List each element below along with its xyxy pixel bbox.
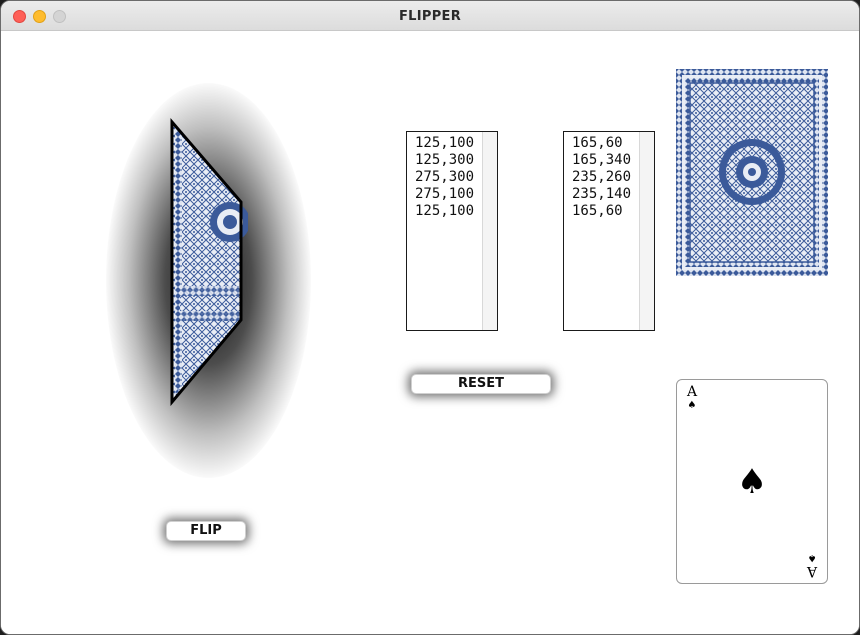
canvas-area: 125,100 125,300 275,300 275,100 125,100 … bbox=[1, 31, 859, 634]
list-item[interactable]: 165,340 bbox=[572, 152, 631, 169]
flipping-card bbox=[170, 117, 248, 406]
flip-button[interactable]: FLIP bbox=[166, 521, 246, 541]
card-corner-bottom-right: A ♠ bbox=[805, 551, 819, 579]
window-title: FLIPPER bbox=[398, 9, 462, 24]
ace-of-spades-card: A ♠ ♠ A ♠ bbox=[676, 379, 828, 584]
spade-icon: ♠ bbox=[736, 462, 768, 502]
list-item[interactable]: 275,300 bbox=[415, 169, 474, 186]
list-items: 125,100 125,300 275,300 275,100 125,100 bbox=[415, 135, 474, 220]
list-item[interactable]: 125,100 bbox=[415, 203, 474, 220]
list-scrollbar[interactable] bbox=[639, 132, 654, 330]
reset-button[interactable]: RESET bbox=[411, 374, 551, 394]
card-corner-top-left: A ♠ bbox=[685, 384, 699, 412]
flipper-window: FLIPPER 125,100 125,300 275,300 275,100 … bbox=[0, 0, 860, 635]
list-items: 165,60 165,340 235,260 235,140 165,60 bbox=[572, 135, 631, 220]
list-item[interactable]: 235,260 bbox=[572, 169, 631, 186]
points-list-right[interactable]: 165,60 165,340 235,260 235,140 165,60 bbox=[563, 131, 655, 331]
spade-icon: ♠ bbox=[687, 400, 697, 411]
card-back-image bbox=[676, 69, 828, 276]
list-item[interactable]: 235,140 bbox=[572, 186, 631, 203]
list-scrollbar[interactable] bbox=[482, 132, 497, 330]
title-bar: FLIPPER bbox=[1, 1, 859, 31]
list-item[interactable]: 125,100 bbox=[415, 135, 474, 152]
card-rank: A bbox=[686, 384, 698, 400]
list-item[interactable]: 165,60 bbox=[572, 135, 631, 152]
list-item[interactable]: 275,100 bbox=[415, 186, 474, 203]
list-item[interactable]: 125,300 bbox=[415, 152, 474, 169]
points-list-left[interactable]: 125,100 125,300 275,300 275,100 125,100 bbox=[406, 131, 498, 331]
list-item[interactable]: 165,60 bbox=[572, 203, 631, 220]
card-rank: A bbox=[806, 563, 818, 579]
